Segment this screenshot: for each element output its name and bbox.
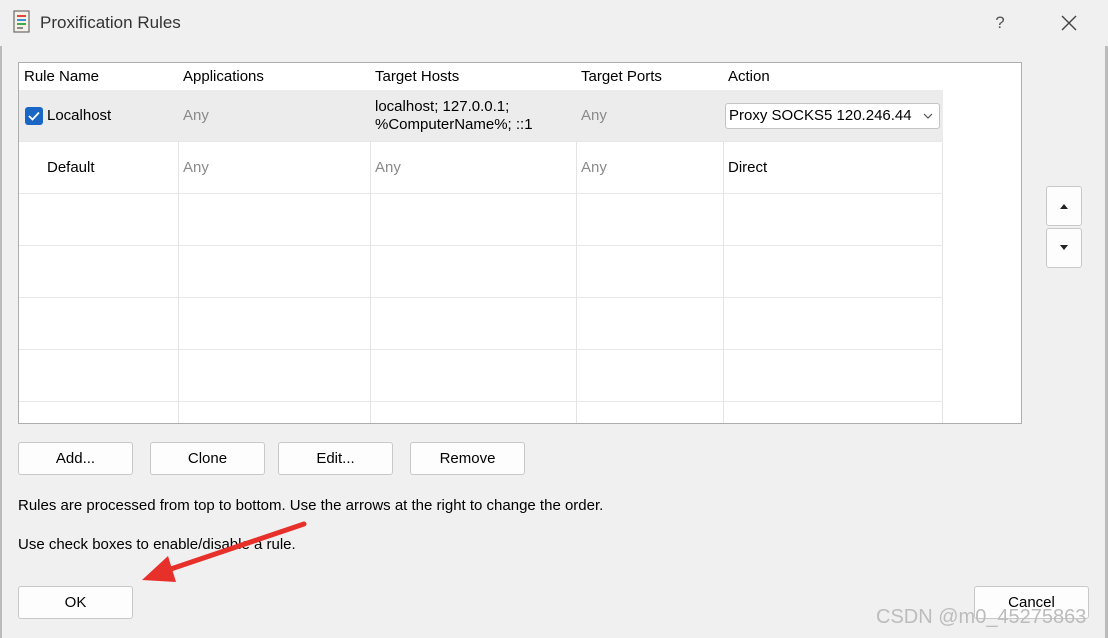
checkbox-info-text: Use check boxes to enable/disable a rule… [18,536,296,553]
ok-button[interactable]: OK [18,586,133,619]
close-icon[interactable] [1054,8,1084,38]
help-button[interactable]: ? [988,10,1012,36]
arrow-up-icon [1060,204,1068,209]
column-header-action[interactable]: Action [723,63,942,90]
target-hosts-cell: localhost; 127.0.0.1; %ComputerName%; ::… [375,98,533,133]
table-header: Rule Name Applications Target Hosts Targ… [19,63,943,90]
action-cell: Proxy SOCKS5 120.246.44 [723,90,942,142]
move-down-button[interactable] [1046,228,1082,268]
column-header-applications[interactable]: Applications [178,63,370,90]
target-ports-cell: Any [581,159,607,176]
empty-row [19,350,943,402]
title-bar: Proxification Rules ? [0,0,1108,46]
table-row[interactable]: Default Any Any Any Direct [19,142,943,194]
rule-enabled-checkbox[interactable] [25,107,43,125]
applications-cell: Any [183,107,209,124]
clone-button[interactable]: Clone [150,442,265,475]
empty-row [19,194,943,246]
rule-name-cell: Default [19,142,178,194]
empty-row [19,298,943,350]
watermark: CSDN @m0_45275863 [876,606,1087,628]
rules-document-icon [13,10,30,33]
target-ports-cell: Any [581,107,607,124]
chevron-down-icon [923,113,933,119]
rules-table: Rule Name Applications Target Hosts Targ… [18,62,1022,424]
edit-button[interactable]: Edit... [278,442,393,475]
rule-name: Default [47,159,95,176]
table-row[interactable]: Localhost Any localhost; 127.0.0.1; %Com… [19,90,943,142]
window-title: Proxification Rules [40,13,181,32]
action-cell: Direct [728,159,768,176]
empty-row [19,246,943,298]
arrow-down-icon [1060,245,1068,250]
target-hosts-cell: Any [375,159,401,176]
column-header-target-ports[interactable]: Target Ports [576,63,723,90]
rule-name: Localhost [47,107,112,124]
column-header-target-hosts[interactable]: Target Hosts [370,63,576,90]
remove-button[interactable]: Remove [410,442,525,475]
move-up-button[interactable] [1046,186,1082,226]
window-left-edge [0,46,2,638]
rule-name-cell: Localhost [19,90,178,142]
applications-cell: Any [183,159,209,176]
order-info-text: Rules are processed from top to bottom. … [18,497,604,514]
column-header-rule-name[interactable]: Rule Name [19,63,178,90]
add-button[interactable]: Add... [18,442,133,475]
action-select-value: Proxy SOCKS5 120.246.44 [729,107,912,124]
action-select[interactable]: Proxy SOCKS5 120.246.44 [725,103,940,129]
